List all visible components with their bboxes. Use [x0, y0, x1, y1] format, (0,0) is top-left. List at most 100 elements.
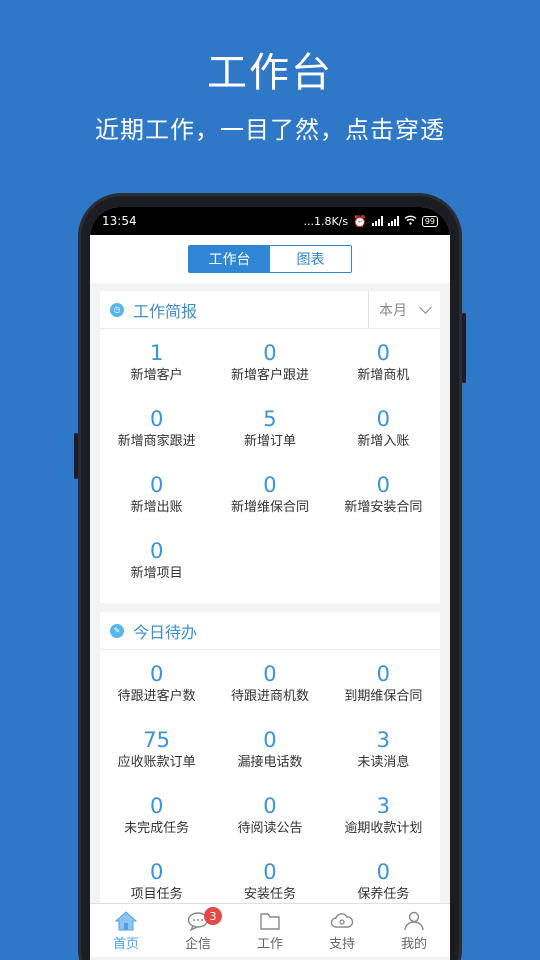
report-item-label: 新增安装合同 [344, 500, 423, 515]
report-item[interactable]: 0 新增商家跟进 [100, 405, 213, 471]
todo-item-label: 逾期收款计划 [344, 821, 423, 836]
todo-card: ✎ 今日待办 0 待跟进客户数 0 待跟进商机数 0 到期维保合同 75 应收账款订单 … [100, 612, 440, 924]
report-item[interactable]: 0 新增商机 [327, 339, 440, 405]
report-item[interactable]: 0 新增安装合同 [327, 471, 440, 537]
todo-item-value: 3 [376, 728, 391, 752]
report-item-label: 新增商家跟进 [117, 434, 196, 449]
phone-side-button [462, 313, 466, 383]
report-item-value: 0 [149, 407, 164, 431]
todo-icon: ✎ [110, 623, 124, 638]
report-title: 工作简报 [133, 301, 198, 321]
report-item[interactable]: 0 新增维保合同 [213, 471, 326, 537]
nav-home[interactable]: 首页 [90, 904, 162, 957]
todo-item[interactable]: 0 未完成任务 [100, 792, 213, 858]
todo-item-value: 0 [149, 662, 164, 686]
todo-item-label: 项目任务 [130, 887, 183, 902]
report-card-header: ◷ 工作简报 本月 [100, 291, 440, 329]
report-item-value: 0 [376, 473, 391, 497]
todo-item-value: 0 [263, 860, 277, 884]
nav-work-label: 工作 [256, 937, 283, 952]
status-indicators: ...1.8K/s ⏰ 99 [303, 215, 438, 228]
report-item-label: 新增商机 [357, 368, 410, 383]
todo-item[interactable]: 0 待跟进客户数 [100, 660, 213, 726]
todo-item-label: 未完成任务 [124, 821, 190, 836]
wifi-icon [404, 215, 417, 228]
todo-item[interactable]: 3 逾期收款计划 [327, 792, 440, 858]
todo-item[interactable]: 75 应收账款订单 [100, 726, 213, 792]
todo-item-value: 0 [376, 662, 391, 686]
report-grid: 1 新增客户 0 新增客户跟进 0 新增商机 0 新增商家跟进 5 新增订单 0 新增入账 … [100, 329, 440, 603]
battery-icon: 99 [421, 215, 438, 227]
report-item[interactable]: 0 新增项目 [100, 537, 213, 603]
todo-item[interactable]: 0 到期维保合同 [327, 660, 440, 726]
report-item-value: 5 [263, 407, 277, 431]
nav-support[interactable]: 支持 [306, 904, 378, 957]
nav-mine-label: 我的 [400, 937, 427, 952]
phone-frame: 13:54 ...1.8K/s ⏰ 99 工作台 图表 ◷ 工作简报 本月 1 … [74, 193, 466, 960]
todo-item-label: 安装任务 [243, 887, 296, 902]
report-item-label: 新增入账 [357, 434, 410, 449]
report-item-label: 新增维保合同 [230, 500, 309, 515]
promo-subtitle: 近期工作，一目了然，点击穿透 [95, 116, 445, 144]
view-switch: 工作台 图表 [188, 245, 352, 273]
folder-icon [259, 909, 281, 933]
todo-item-value: 0 [376, 860, 391, 884]
todo-item-label: 应收账款订单 [117, 755, 196, 770]
todo-item-label: 待跟进客户数 [117, 689, 196, 704]
report-item-value: 0 [263, 473, 277, 497]
signal-icon [387, 216, 399, 226]
report-item[interactable]: 0 新增客户跟进 [213, 339, 326, 405]
nav-messages-label: 企信 [184, 937, 211, 952]
status-time: 13:54 [102, 214, 137, 228]
todo-item[interactable]: 0 待阅读公告 [213, 792, 326, 858]
report-item[interactable]: 0 新增入账 [327, 405, 440, 471]
todo-card-header: ✎ 今日待办 [100, 612, 440, 650]
nav-mine[interactable]: 我的 [378, 904, 450, 957]
alarm-icon: ⏰ [353, 214, 367, 228]
todo-item[interactable]: 3 未读消息 [327, 726, 440, 792]
todo-title: 今日待办 [133, 622, 198, 642]
nav-messages[interactable]: 3 企信 [162, 904, 234, 957]
report-icon: ◷ [110, 302, 124, 317]
todo-item-value: 0 [263, 662, 277, 686]
report-card: ◷ 工作简报 本月 1 新增客户 0 新增客户跟进 0 新增商机 0 新增商家跟进 5 新… [100, 291, 440, 603]
todo-item[interactable]: 0 待跟进商机数 [213, 660, 326, 726]
report-item-label: 新增项目 [130, 566, 183, 581]
report-item[interactable]: 5 新增订单 [213, 405, 326, 471]
todo-item-value: 3 [376, 794, 391, 818]
home-icon [115, 909, 137, 933]
todo-item-label: 到期维保合同 [344, 689, 423, 704]
report-item-label: 新增出账 [130, 500, 183, 515]
todo-item-label: 未读消息 [357, 755, 410, 770]
status-bar: 13:54 ...1.8K/s ⏰ 99 [90, 207, 450, 235]
todo-item-value: 0 [263, 728, 277, 752]
report-item[interactable]: 0 新增出账 [100, 471, 213, 537]
report-item[interactable]: 1 新增客户 [100, 339, 213, 405]
messages-badge: 3 [204, 907, 222, 925]
nav-home-label: 首页 [112, 937, 139, 952]
nav-work[interactable]: 工作 [234, 904, 306, 957]
tab-chart[interactable]: 图表 [270, 246, 351, 272]
chevron-down-icon [419, 300, 432, 314]
report-item-value: 0 [149, 539, 164, 563]
phone-side-button [74, 433, 78, 479]
network-speed: ...1.8K/s [303, 214, 349, 228]
todo-item[interactable]: 0 漏接电话数 [213, 726, 326, 792]
report-item-label: 新增订单 [243, 434, 296, 449]
main-content: ◷ 工作简报 本月 1 新增客户 0 新增客户跟进 0 新增商机 0 新增商家跟进 5 新… [90, 283, 450, 924]
todo-item-label: 待阅读公告 [237, 821, 303, 836]
period-select[interactable]: 本月 [368, 291, 440, 328]
period-value: 本月 [379, 302, 407, 319]
todo-item-label: 漏接电话数 [237, 755, 303, 770]
tab-workbench[interactable]: 工作台 [189, 246, 270, 272]
todo-item-value: 0 [149, 860, 164, 884]
todo-item-label: 待跟进商机数 [230, 689, 309, 704]
report-item-value: 0 [376, 341, 391, 365]
todo-grid: 0 待跟进客户数 0 待跟进商机数 0 到期维保合同 75 应收账款订单 0 漏接电话数 … [100, 650, 440, 924]
promo-title: 工作台 [207, 50, 333, 96]
report-item-value: 0 [149, 473, 164, 497]
report-item-value: 0 [376, 407, 391, 431]
user-icon [403, 909, 425, 933]
todo-item-value: 75 [143, 728, 171, 752]
report-item-value: 0 [263, 341, 277, 365]
